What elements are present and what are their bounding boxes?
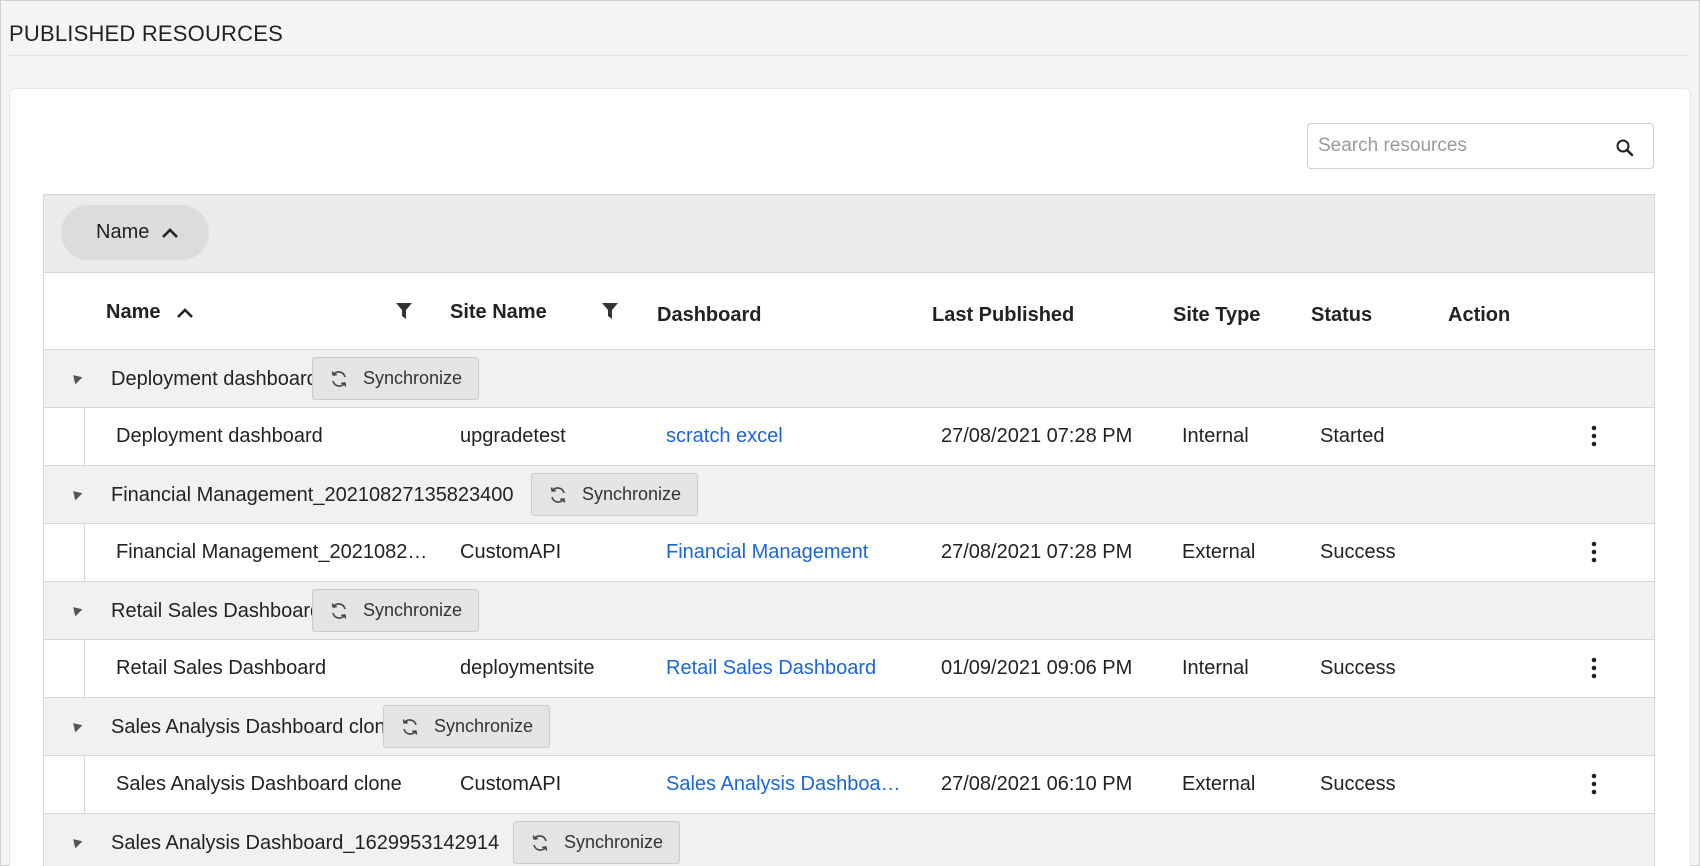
column-header-action: Action xyxy=(1448,304,1511,326)
more-options-icon[interactable] xyxy=(1591,540,1597,564)
title-divider xyxy=(9,55,1689,56)
group-chip-label: Name xyxy=(96,221,150,243)
cell-name: Sales Analysis Dashboard clone xyxy=(116,773,402,795)
table-row[interactable]: Financial Management_202108271… CustomAP… xyxy=(44,524,1654,582)
resources-grid: Name Name Site Name Dashboard Last Publi… xyxy=(43,194,1655,866)
indent-divider xyxy=(84,408,85,465)
column-header-last-published[interactable]: Last Published xyxy=(932,304,1074,327)
column-header-dashboard[interactable]: Dashboard xyxy=(657,304,761,327)
collapse-caret-icon[interactable] xyxy=(69,487,83,501)
synchronize-label: Synchronize xyxy=(564,832,664,852)
group-drop-area: Name xyxy=(44,195,1654,273)
column-header-site-type[interactable]: Site Type xyxy=(1173,304,1260,327)
column-header-site-name[interactable]: Site Name xyxy=(450,301,547,324)
synchronize-button[interactable]: Synchronize xyxy=(513,821,681,864)
grid-header: Name Site Name Dashboard Last Published … xyxy=(44,273,1654,350)
cell-status: Success xyxy=(1320,657,1396,679)
cell-site-name: CustomAPI xyxy=(460,541,562,563)
sort-ascending-icon[interactable] xyxy=(176,307,194,319)
search-box[interactable] xyxy=(1307,123,1654,169)
sync-icon xyxy=(532,834,548,851)
group-title: Retail Sales Dashboard xyxy=(111,600,322,622)
cell-name: Deployment dashboard xyxy=(116,425,323,447)
group-title: Sales Analysis Dashboard clone xyxy=(111,716,397,738)
cell-name: Retail Sales Dashboard xyxy=(116,657,327,679)
dashboard-link[interactable]: scratch excel xyxy=(666,425,906,448)
sync-icon xyxy=(331,370,347,387)
cell-site-type: External xyxy=(1182,541,1256,563)
collapse-caret-icon[interactable] xyxy=(69,719,83,733)
cell-site-name: CustomAPI xyxy=(460,773,562,795)
sync-icon xyxy=(550,486,566,503)
cell-site-type: Internal xyxy=(1182,657,1249,679)
search-icon[interactable] xyxy=(1615,138,1635,158)
cell-site-name: deploymentsite xyxy=(460,657,595,679)
indent-divider xyxy=(84,524,85,581)
cell-last-published: 01/09/2021 09:06 PM xyxy=(941,657,1133,679)
synchronize-button[interactable]: Synchronize xyxy=(383,705,551,748)
group-title: Deployment dashboard xyxy=(111,368,318,390)
indent-divider xyxy=(84,756,85,813)
indent-divider xyxy=(84,640,85,697)
synchronize-button[interactable]: Synchronize xyxy=(312,589,480,632)
cell-site-type: External xyxy=(1182,773,1256,795)
grid-body: Deployment dashboard Synchronize Deploym… xyxy=(44,350,1654,866)
cell-site-name: upgradetest xyxy=(460,425,566,447)
synchronize-button[interactable]: Synchronize xyxy=(312,357,480,400)
table-row[interactable]: Sales Analysis Dashboard clone CustomAPI… xyxy=(44,756,1654,814)
cell-name: Financial Management_202108271… xyxy=(116,541,436,563)
column-header-status[interactable]: Status xyxy=(1311,304,1372,327)
synchronize-label: Synchronize xyxy=(363,368,463,388)
sync-icon xyxy=(331,602,347,619)
chevron-up-icon[interactable] xyxy=(161,227,179,239)
synchronize-label: Synchronize xyxy=(363,600,463,620)
cell-last-published: 27/08/2021 06:10 PM xyxy=(941,773,1133,795)
sync-icon xyxy=(402,718,418,735)
cell-status: Success xyxy=(1320,773,1396,795)
group-chip-name[interactable]: Name xyxy=(61,205,209,260)
cell-last-published: 27/08/2021 07:28 PM xyxy=(941,541,1133,563)
synchronize-label: Synchronize xyxy=(434,716,534,736)
more-options-icon[interactable] xyxy=(1591,772,1597,796)
group-row[interactable]: Sales Analysis Dashboard clone Synchroni… xyxy=(44,698,1654,756)
page-title: PUBLISHED RESOURCES xyxy=(9,21,283,46)
synchronize-button[interactable]: Synchronize xyxy=(531,473,699,516)
filter-icon[interactable] xyxy=(396,302,412,320)
column-header-name[interactable]: Name xyxy=(106,301,194,324)
cell-last-published: 27/08/2021 07:28 PM xyxy=(941,425,1133,447)
collapse-caret-icon[interactable] xyxy=(69,603,83,617)
group-title: Financial Management_20210827135823400 xyxy=(111,484,514,506)
cell-status: Started xyxy=(1320,425,1385,447)
dashboard-link[interactable]: Retail Sales Dashboard xyxy=(666,657,906,680)
table-row[interactable]: Deployment dashboard upgradetest scratch… xyxy=(44,408,1654,466)
filter-icon[interactable] xyxy=(602,302,618,320)
cell-site-type: Internal xyxy=(1182,425,1249,447)
group-row[interactable]: Financial Management_20210827135823400 S… xyxy=(44,466,1654,524)
column-name-label: Name xyxy=(106,301,161,323)
synchronize-label: Synchronize xyxy=(582,484,682,504)
group-row[interactable]: Sales Analysis Dashboard_1629953142914 S… xyxy=(44,814,1654,866)
group-row[interactable]: Deployment dashboard Synchronize xyxy=(44,350,1654,408)
dashboard-link[interactable]: Financial Management xyxy=(666,541,906,564)
collapse-caret-icon[interactable] xyxy=(69,371,83,385)
group-title: Sales Analysis Dashboard_1629953142914 xyxy=(111,832,500,854)
collapse-caret-icon[interactable] xyxy=(69,835,83,849)
table-row[interactable]: Retail Sales Dashboard deploymentsite Re… xyxy=(44,640,1654,698)
more-options-icon[interactable] xyxy=(1591,424,1597,448)
dashboard-link[interactable]: Sales Analysis Dashboard … xyxy=(666,773,906,796)
search-input[interactable] xyxy=(1318,124,1608,168)
cell-status: Success xyxy=(1320,541,1396,563)
more-options-icon[interactable] xyxy=(1591,656,1597,680)
group-row[interactable]: Retail Sales Dashboard Synchronize xyxy=(44,582,1654,640)
